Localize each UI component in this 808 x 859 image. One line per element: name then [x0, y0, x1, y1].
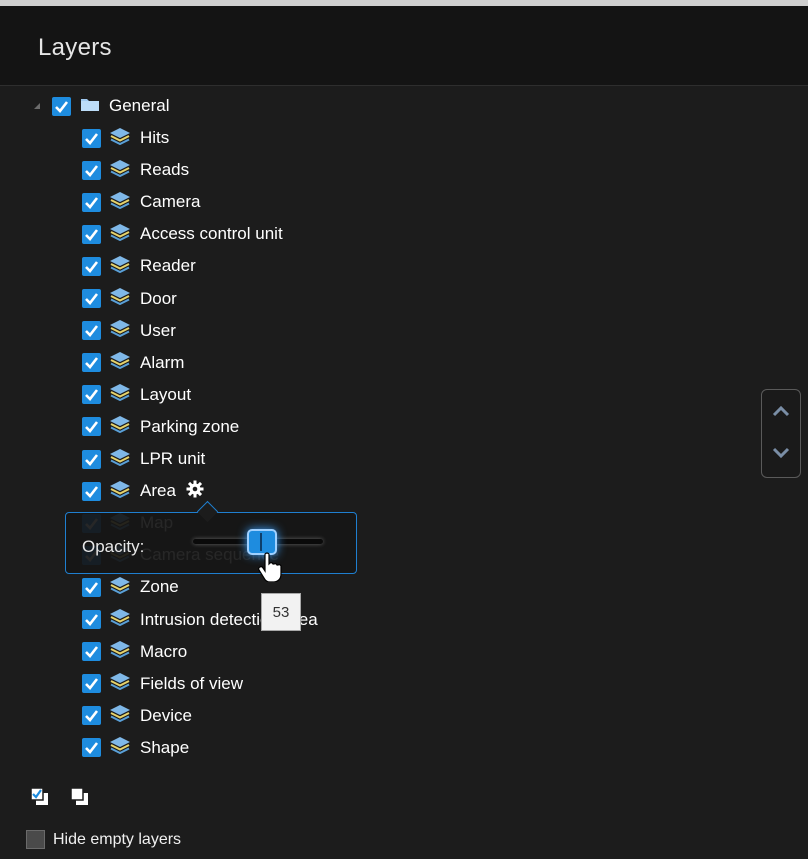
layers-icon [109, 223, 131, 246]
tree-node-general[interactable]: General [34, 90, 169, 122]
layer-row[interactable]: Reader [82, 250, 196, 282]
layer-label: Access control unit [140, 224, 283, 244]
layer-checkbox[interactable] [52, 96, 71, 116]
layers-icon [109, 383, 131, 406]
layer-checkbox[interactable] [82, 128, 101, 148]
layer-checkbox[interactable] [82, 706, 101, 726]
layer-label: Macro [140, 641, 188, 661]
layer-checkbox[interactable] [82, 449, 101, 469]
gear-icon[interactable] [186, 480, 204, 503]
uncheck-all-icon[interactable] [70, 787, 90, 812]
layers-icon [109, 287, 131, 310]
hide-empty-layers-option[interactable]: Hide empty layers [26, 830, 181, 849]
layers-icon [109, 415, 131, 438]
layers-icon [109, 448, 131, 471]
footer-tools [30, 787, 90, 812]
layer-checkbox[interactable] [82, 481, 101, 501]
layer-row[interactable]: Fields of view [82, 668, 243, 700]
layer-checkbox[interactable] [82, 353, 101, 373]
layer-label: Reads [140, 160, 190, 180]
layer-label: Door [140, 288, 177, 308]
layer-label: Alarm [140, 352, 185, 372]
folder-icon [80, 96, 100, 117]
layers-icon [109, 608, 131, 631]
panel-title: Layers [38, 34, 112, 61]
layer-checkbox[interactable] [82, 160, 101, 180]
layers-icon [109, 704, 131, 727]
layer-label: User [140, 320, 176, 340]
layer-row[interactable]: Zone [82, 571, 179, 603]
layer-row[interactable]: Device [82, 700, 192, 732]
layer-checkbox[interactable] [82, 256, 101, 276]
expanded-triangle-icon[interactable] [34, 103, 40, 109]
layer-row[interactable]: Access control unit [82, 218, 283, 250]
opacity-value: 53 [272, 603, 290, 621]
layer-checkbox[interactable] [82, 642, 101, 662]
layers-icon [109, 736, 131, 759]
layer-checkbox[interactable] [82, 289, 101, 308]
layers-icon [109, 159, 131, 182]
layer-row[interactable]: Door [82, 283, 177, 315]
layer-row[interactable]: LPR unit [82, 443, 205, 475]
layer-checkbox[interactable] [82, 192, 101, 212]
layer-label: LPR unit [140, 449, 206, 468]
layers-icon [109, 672, 131, 695]
layer-row[interactable]: Area [82, 475, 204, 507]
tree-node-label: General [109, 96, 170, 115]
layer-label: Hits [140, 128, 170, 147]
layer-label: Camera [140, 192, 201, 212]
layer-checkbox[interactable] [82, 321, 101, 341]
layer-checkbox[interactable] [82, 577, 101, 597]
layer-row[interactable]: Hits [82, 122, 169, 154]
hand-cursor-icon [258, 552, 284, 587]
layer-row[interactable]: Camera [82, 186, 200, 218]
layers-icon [109, 480, 131, 503]
chevron-up-icon[interactable] [771, 402, 791, 422]
layer-label: Parking zone [140, 416, 240, 436]
layers-icon [109, 191, 131, 214]
layer-row[interactable]: Layout [82, 379, 191, 411]
opacity-label: Opacity: [82, 537, 145, 556]
check-all-icon[interactable] [30, 787, 50, 812]
layers-icon [109, 319, 131, 342]
layer-checkbox[interactable] [82, 610, 101, 629]
layer-label: Zone [140, 577, 179, 597]
layer-label: Shape [140, 737, 190, 757]
layer-checkbox[interactable] [82, 385, 101, 405]
layers-icon [109, 127, 131, 150]
scroll-control [761, 389, 801, 478]
hide-empty-layers-checkbox[interactable] [26, 830, 45, 849]
layer-row[interactable]: Shape [82, 732, 189, 764]
layer-label: Reader [140, 256, 196, 276]
layer-label: Device [140, 705, 192, 725]
hide-empty-layers-label: Hide empty layers [53, 830, 182, 848]
layer-row[interactable]: Reads [82, 154, 189, 186]
layers-icon [109, 255, 131, 278]
layers-icon [109, 351, 131, 374]
layer-checkbox[interactable] [82, 738, 101, 758]
layers-icon [109, 576, 131, 599]
layer-checkbox[interactable] [82, 224, 101, 244]
chevron-down-icon[interactable] [771, 442, 791, 462]
layer-row[interactable]: Parking zone [82, 411, 239, 443]
layer-label: Fields of view [140, 673, 243, 693]
panel-header: Layers [0, 6, 808, 86]
layer-row[interactable]: Alarm [82, 347, 184, 379]
opacity-value-tooltip: 53 [261, 593, 301, 631]
layer-label: Layout [140, 384, 192, 404]
layer-checkbox[interactable] [82, 674, 101, 694]
layer-row[interactable]: Macro [82, 636, 187, 668]
layer-row[interactable]: User [82, 315, 176, 347]
layers-icon [109, 640, 131, 663]
layer-checkbox[interactable] [82, 417, 101, 437]
layer-label: Area [140, 481, 176, 501]
